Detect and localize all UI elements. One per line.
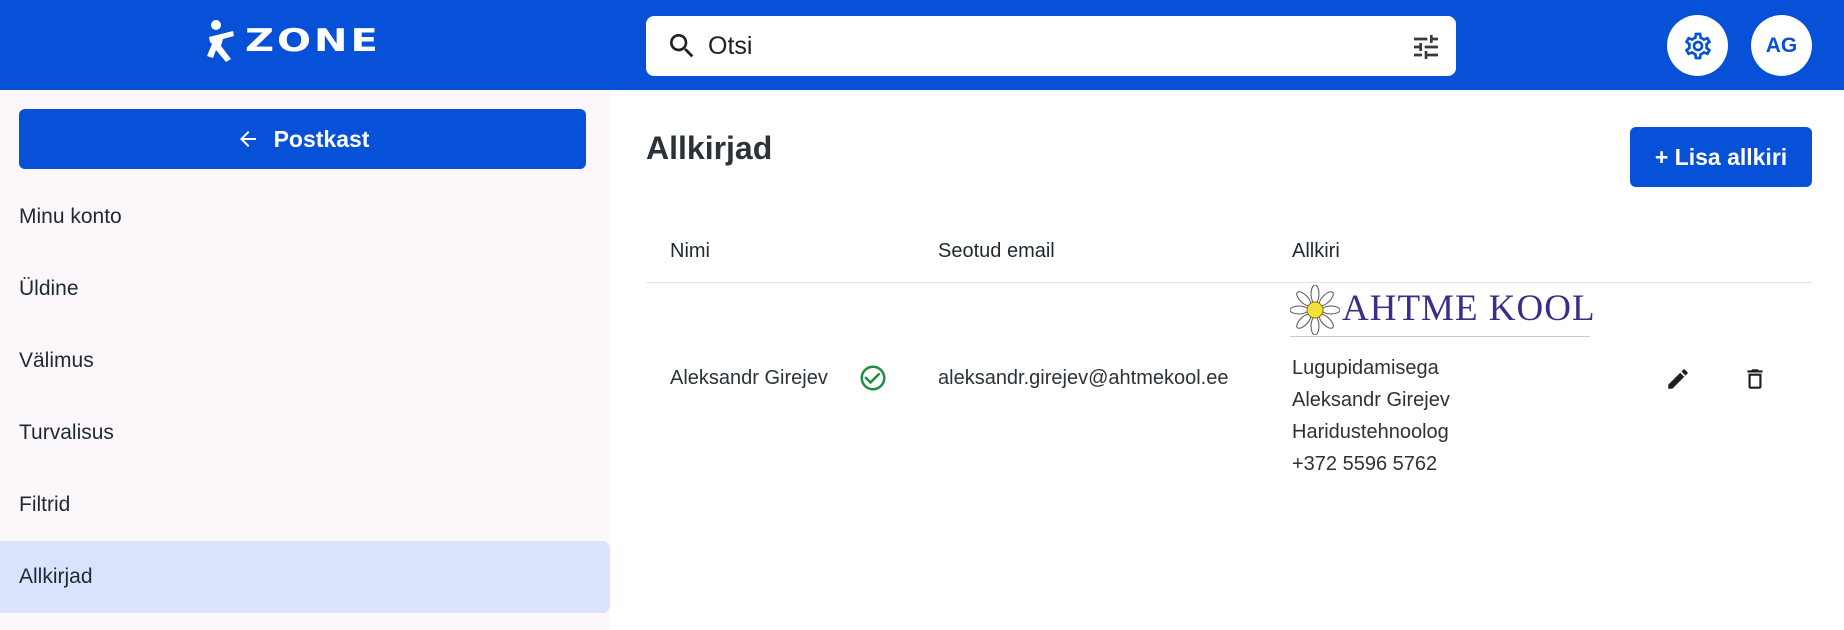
sidebar-item-label: Minu konto [19,205,122,228]
table-header-divider [646,282,1812,283]
edit-button[interactable] [1663,364,1693,394]
sidebar-item-filtrid[interactable]: Filtrid [0,469,610,541]
sidebar: Postkast Minu konto Üldine Välimus Turva… [0,90,610,630]
sidebar-item-uldine[interactable]: Üldine [0,253,610,325]
sidebar-item-turvalisus[interactable]: Turvalisus [0,397,610,469]
search-icon[interactable] [666,30,698,62]
sidebar-item-label: Üldine [19,277,79,300]
app-logo[interactable]: ZONE [205,18,381,64]
trash-icon [1747,369,1763,389]
column-header-signature: Allkiri [1292,240,1340,262]
signature-logo: AHTME KOOL [1290,283,1595,339]
signature-line: Aleksandr Girejev [1292,389,1450,411]
daisy-icon [1290,285,1340,335]
signature-divider [1290,336,1590,337]
sidebar-item-valimus[interactable]: Välimus [0,325,610,397]
check-circle-icon [860,365,886,391]
sidebar-item-label: Välimus [19,349,94,372]
column-header-name: Nimi [670,240,710,262]
row-name: Aleksandr Girejev [670,367,828,389]
settings-button[interactable] [1667,15,1728,76]
add-signature-button[interactable]: + Lisa allkiri [1630,127,1812,187]
sidebar-item-label: Allkirjad [19,565,93,588]
logo-text: ZONE [245,23,381,59]
avatar-initials: AG [1765,33,1798,57]
runner-logo-icon [207,20,234,62]
back-to-inbox-button[interactable]: Postkast [19,109,586,169]
delete-button[interactable] [1740,364,1770,394]
back-button-label: Postkast [273,125,370,152]
pencil-icon [1668,369,1688,389]
sidebar-item-label: Filtrid [19,493,71,516]
avatar[interactable]: AG [1751,15,1812,76]
gear-icon [1684,32,1711,59]
tune-icon[interactable] [1410,31,1442,63]
row-email: aleksandr.girejev@ahtmekool.ee [938,367,1229,389]
signature-line: Haridustehnoolog [1292,421,1449,443]
signature-line: Lugupidamisega [1292,357,1439,379]
top-bar: ZONE AG [0,0,1844,90]
sidebar-item-label: Turvalisus [19,421,114,444]
arrow-left-icon [239,131,256,147]
sidebar-item-allkirjad[interactable]: Allkirjad [0,541,610,613]
page-title: Allkirjad [646,130,773,166]
signature-text: Lugupidamisega Aleksandr Girejev Haridus… [1292,352,1450,480]
search-bar [646,16,1456,76]
signature-line: +372 5596 5762 [1292,453,1438,475]
search-input[interactable] [708,16,1378,76]
column-header-email: Seotud email [938,240,1055,262]
sidebar-item-minu-konto[interactable]: Minu konto [0,181,610,253]
signature-logo-text: AHTME KOOL [1342,288,1596,329]
